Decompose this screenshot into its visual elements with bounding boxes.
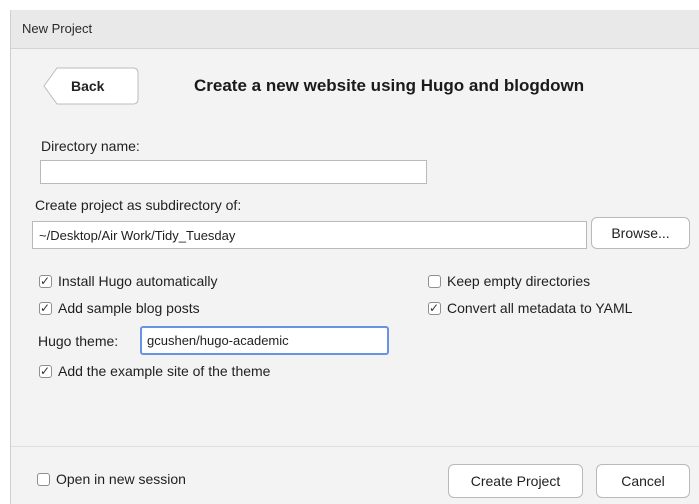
hugo-theme-label: Hugo theme:: [38, 333, 119, 349]
install-hugo-box[interactable]: ✓: [39, 273, 52, 288]
checkmark-icon: ✓: [40, 273, 51, 288]
subdirectory-input[interactable]: ~/Desktop/Air Work/Tidy_Tuesday: [32, 221, 587, 249]
subdirectory-label: Create project as subdirectory of:: [35, 197, 242, 213]
convert-yaml-box[interactable]: ✓: [428, 300, 441, 315]
checkmark-icon: ✓: [429, 300, 440, 315]
install-hugo-label: Install Hugo automatically: [58, 273, 218, 289]
sample-posts-box[interactable]: ✓: [39, 300, 52, 315]
directory-name-input[interactable]: [40, 160, 427, 184]
example-site-checkbox[interactable]: ✓ Add the example site of the theme: [39, 362, 270, 380]
title-bar: New Project: [11, 10, 699, 49]
convert-yaml-label: Convert all metadata to YAML: [447, 300, 633, 316]
convert-yaml-checkbox[interactable]: ✓ Convert all metadata to YAML: [428, 299, 632, 317]
back-button[interactable]: Back: [43, 67, 139, 105]
open-new-session-label: Open in new session: [56, 471, 186, 487]
new-project-dialog: New Project Back Create a new website us…: [10, 10, 699, 504]
keep-empty-label: Keep empty directories: [447, 273, 591, 289]
install-hugo-checkbox[interactable]: ✓ Install Hugo automatically: [39, 272, 218, 290]
back-button-label: Back: [71, 78, 105, 94]
example-site-box[interactable]: ✓: [39, 363, 52, 378]
hugo-theme-input[interactable]: gcushen/hugo-academic: [140, 326, 389, 355]
sample-posts-label: Add sample blog posts: [58, 300, 200, 316]
open-new-session-box[interactable]: [37, 472, 50, 486]
example-site-label: Add the example site of the theme: [58, 363, 271, 379]
footer-divider: [11, 446, 699, 447]
window-title: New Project: [22, 21, 93, 36]
open-new-session-checkbox[interactable]: Open in new session: [37, 470, 186, 488]
page-heading: Create a new website using Hugo and blog…: [194, 76, 585, 95]
browse-button[interactable]: Browse...: [591, 217, 690, 249]
checkmark-icon: ✓: [40, 363, 51, 378]
keep-empty-checkbox[interactable]: Keep empty directories: [428, 272, 590, 290]
directory-name-label: Directory name:: [41, 138, 140, 154]
checkmark-icon: ✓: [40, 300, 51, 315]
sample-posts-checkbox[interactable]: ✓ Add sample blog posts: [39, 299, 200, 317]
keep-empty-box[interactable]: [428, 274, 441, 288]
create-project-button[interactable]: Create Project: [448, 464, 583, 498]
cancel-button[interactable]: Cancel: [596, 464, 690, 498]
